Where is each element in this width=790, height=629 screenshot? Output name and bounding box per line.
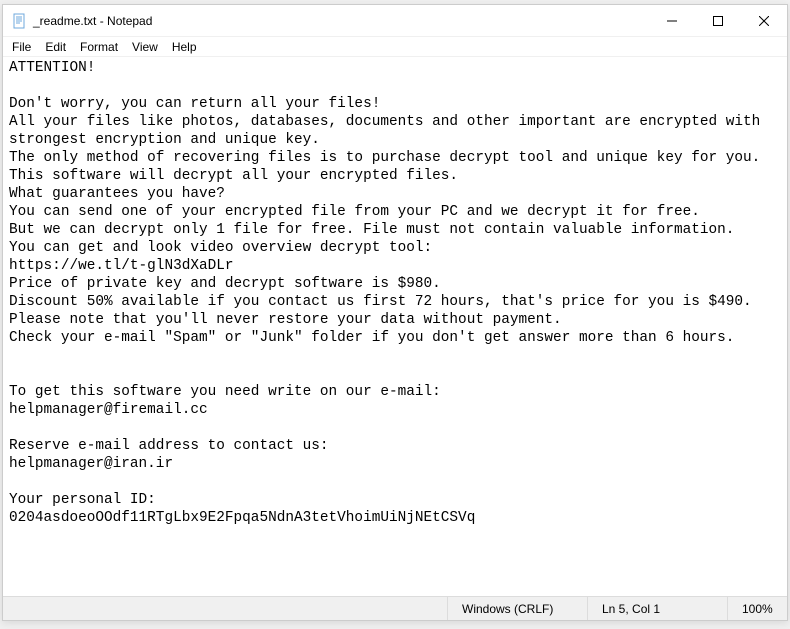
close-button[interactable]	[741, 5, 787, 36]
status-bar: Windows (CRLF) Ln 5, Col 1 100%	[3, 596, 787, 620]
title-bar: _readme.txt - Notepad	[3, 5, 787, 37]
menu-view[interactable]: View	[125, 39, 165, 55]
status-zoom: 100%	[727, 597, 787, 620]
notepad-window: _readme.txt - Notepad File Edit Format V…	[2, 4, 788, 621]
status-line-ending: Windows (CRLF)	[447, 597, 587, 620]
menu-edit[interactable]: Edit	[38, 39, 73, 55]
menu-bar: File Edit Format View Help	[3, 37, 787, 57]
menu-format[interactable]: Format	[73, 39, 125, 55]
minimize-button[interactable]	[649, 5, 695, 36]
text-editor[interactable]: ATTENTION! Don't worry, you can return a…	[3, 57, 787, 596]
window-title: _readme.txt - Notepad	[33, 14, 649, 28]
menu-file[interactable]: File	[5, 39, 38, 55]
menu-help[interactable]: Help	[165, 39, 204, 55]
status-cursor-position: Ln 5, Col 1	[587, 597, 727, 620]
maximize-button[interactable]	[695, 5, 741, 36]
window-controls	[649, 5, 787, 36]
notepad-icon	[11, 13, 27, 29]
